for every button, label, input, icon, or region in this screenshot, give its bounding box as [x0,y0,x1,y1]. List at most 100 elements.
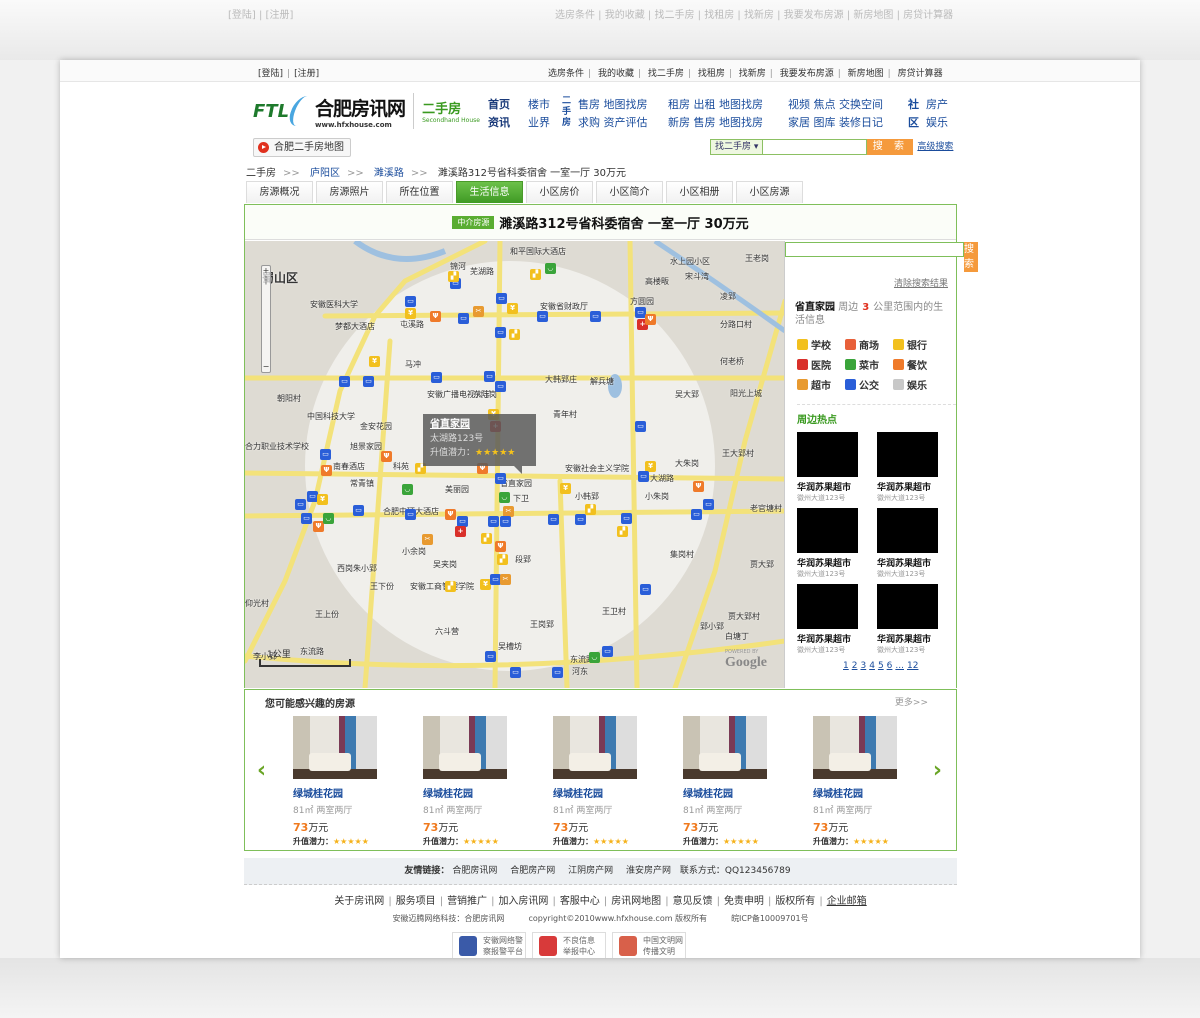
nav-link[interactable]: 租房 出租 地图找房 [668,96,763,114]
zoom-in-button[interactable]: + [262,266,270,276]
certification-badge[interactable]: 不良信息 举报中心 [532,932,606,958]
bus-stop-icon[interactable]: ▭ [575,514,586,525]
breadcrumb-item[interactable]: 濉溪路 [374,168,404,179]
page-link[interactable]: 4 [869,661,875,671]
friend-link[interactable]: 合肥房产网 [510,866,555,876]
nav-community[interactable]: 房产 娱乐 [926,96,950,132]
school-icon[interactable]: ▞ [530,269,541,280]
restaurant-icon[interactable]: Ψ [430,311,441,322]
footer-link[interactable]: 房讯网地图 [611,896,661,907]
breadcrumb-item[interactable]: 庐阳区 [310,168,340,179]
bus-stop-icon[interactable]: ▭ [485,651,496,662]
top-link[interactable]: 找租房 [698,69,725,79]
bus-stop-icon[interactable]: ▭ [458,313,469,324]
top-link[interactable]: 我的收藏 [598,69,634,79]
bus-stop-icon[interactable]: ▭ [301,513,312,524]
bank-icon[interactable]: ¥ [405,308,416,319]
certification-badge[interactable]: 中国文明网 传播文明 [612,932,686,958]
school-icon[interactable]: ▞ [448,271,459,282]
market-icon[interactable]: ◡ [589,652,600,663]
bank-icon[interactable]: ¥ [507,303,518,314]
bus-stop-icon[interactable]: ▭ [495,473,506,484]
market-icon[interactable]: ◡ [323,513,334,524]
bus-stop-icon[interactable]: ▭ [703,499,714,510]
recommended-listing[interactable]: 绿城桂花园 81㎡ 两室两厅 73万元 升值潜力：★★★★★ [553,716,653,847]
map[interactable]: 蜀山区 安徽医科大学 梦都大酒店 屯溪路 锦河 芜湖路 和平国际大酒店 安徽省财政厅 水上园小区… [245,241,784,688]
bank-icon[interactable]: ¥ [560,483,571,494]
listing-name[interactable]: 绿城桂花园 [423,785,523,800]
market-icon[interactable]: ◡ [402,484,413,495]
footer-link[interactable]: 加入房讯网 [498,896,548,907]
nav-link[interactable]: 业界 [528,114,550,132]
recommended-listing[interactable]: 绿城桂花园 81㎡ 两室两厅 73万元 升值潜力：★★★★★ [293,716,393,847]
friend-link[interactable]: 合肥房讯网 [452,866,497,876]
nearby-search-button[interactable]: 搜 索 [964,242,978,272]
page-link[interactable]: 2 [852,661,858,671]
recommended-listing[interactable]: 绿城桂花园 81㎡ 两室两厅 73万元 升值潜力：★★★★★ [813,716,913,847]
bus-stop-icon[interactable]: ▭ [500,516,511,527]
certification-badge[interactable]: 安徽网络警 察报警平台 [452,932,526,958]
footer-link[interactable]: 意见反馈 [673,896,713,907]
bus-stop-icon[interactable]: ▭ [638,471,649,482]
zoom-slider[interactable]: ┆ [262,276,270,362]
hefei-map-button[interactable]: 合肥二手房地图 [253,138,351,157]
page-link[interactable]: 3 [860,661,866,671]
tab-community-album[interactable]: 小区相册 [666,181,733,203]
bus-stop-icon[interactable]: ▭ [320,449,331,460]
hospital-icon[interactable]: + [455,526,466,537]
prev-arrow-icon[interactable]: ‹ [257,758,266,783]
restaurant-icon[interactable]: Ψ [445,509,456,520]
bus-stop-icon[interactable]: ▭ [405,509,416,520]
listing-photo[interactable] [293,716,377,779]
supermarket-icon[interactable]: ✂ [422,534,433,545]
bus-stop-icon[interactable]: ▭ [552,667,563,678]
bus-stop-icon[interactable]: ▭ [590,311,601,322]
tab-overview[interactable]: 房源概况 [246,181,313,203]
nav-secondhand-head[interactable]: 二手房 [562,96,574,129]
bus-stop-icon[interactable]: ▭ [691,509,702,520]
bus-stop-icon[interactable]: ▭ [363,376,374,387]
market-icon[interactable]: ◡ [499,492,510,503]
bus-stop-icon[interactable]: ▭ [431,372,442,383]
nav-link[interactable]: 求购 资产评估 [578,114,648,132]
page-link[interactable]: 1 [843,661,849,671]
footer-link[interactable]: 客服中心 [560,896,600,907]
restaurant-icon[interactable]: Ψ [693,481,704,492]
search-button[interactable]: 搜 索 [867,139,914,155]
recommended-listing[interactable]: 绿城桂花园 81㎡ 两室两厅 73万元 升值潜力：★★★★★ [683,716,783,847]
footer-link[interactable]: 企业邮箱 [827,896,867,907]
bus-stop-icon[interactable]: ▭ [339,376,350,387]
bus-stop-icon[interactable]: ▭ [548,514,559,525]
school-icon[interactable]: ▞ [617,526,628,537]
bank-icon[interactable]: ¥ [369,356,380,367]
tab-location[interactable]: 所在位置 [386,181,453,203]
poi-filter-1[interactable]: 商场 [845,337,893,352]
tab-photos[interactable]: 房源照片 [316,181,383,203]
nav-link[interactable]: 资讯 [488,116,510,129]
listing-photo[interactable] [813,716,897,779]
top-link[interactable]: 找新房 [739,69,766,79]
hot-spot-card[interactable]: 华润苏果超市 徽州大道123号 [797,432,877,503]
bank-icon[interactable]: ¥ [317,494,328,505]
bus-stop-icon[interactable]: ▭ [295,499,306,510]
bus-stop-icon[interactable]: ▭ [621,513,632,524]
login-link[interactable]: [登陆] [258,69,283,79]
nav-link[interactable]: 新房 售房 地图找房 [668,114,763,132]
tab-community-intro[interactable]: 小区简介 [596,181,663,203]
nav-link[interactable]: 家居 图库 装修日记 [788,114,883,132]
poi-filter-6[interactable]: 超市 [797,377,845,392]
bus-stop-icon[interactable]: ▭ [602,646,613,657]
page-link[interactable]: 12 [907,661,918,671]
listing-photo[interactable] [553,716,637,779]
bus-stop-icon[interactable]: ▭ [510,667,521,678]
zoom-out-button[interactable]: − [262,362,270,372]
tab-community-price[interactable]: 小区房价 [526,181,593,203]
hot-spot-card[interactable]: 华润苏果超市 徽州大道123号 [877,584,957,655]
restaurant-icon[interactable]: Ψ [495,541,506,552]
hot-spot-card[interactable]: 华润苏果超市 徽州大道123号 [797,508,877,579]
footer-link[interactable]: 营销推广 [447,896,487,907]
school-icon[interactable]: ▞ [481,533,492,544]
listing-name[interactable]: 绿城桂花园 [813,785,913,800]
supermarket-icon[interactable]: ✂ [473,306,484,317]
nav-link[interactable]: 视频 焦点 交换空间 [788,96,883,114]
